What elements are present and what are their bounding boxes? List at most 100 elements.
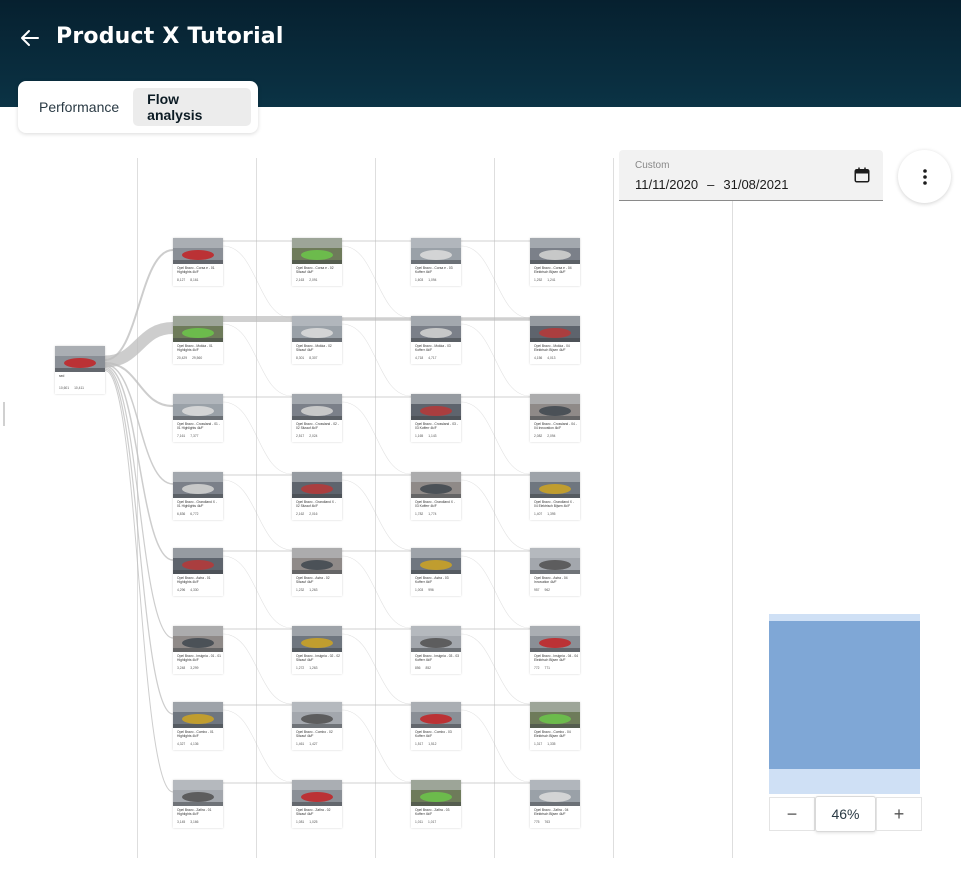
card-stats: 1,011 1,017 [415, 820, 461, 824]
flow-card[interactable]: Opel Bravo - Corsa e - 02 Sitzauf 4k/F 2,… [292, 238, 342, 286]
card-stats: 1,603 1,094 [415, 278, 461, 282]
flow-card[interactable]: Opel Bravo - Zafira - 04 Elektrisch Bijs… [530, 780, 580, 828]
flow-card[interactable]: Opel Bravo - Insignia - 03 - 03 Kofferr … [411, 626, 461, 674]
card-title: Opel Bravo - Insignia - 02 - 02 Sitzauf … [296, 654, 340, 662]
card-stats: 20,429 29,560 [177, 356, 223, 360]
flow-link [341, 323, 412, 397]
card-stats: 957 962 [534, 588, 580, 592]
flow-card[interactable]: Opel Bravo - Combo - 01 Highlights 4k/F 4… [173, 702, 223, 750]
tab-performance[interactable]: Performance [25, 88, 133, 126]
column-divider [732, 158, 733, 858]
card-title: Opel Bravo - Corsa e - 02 Sitzauf 4k/F [296, 266, 334, 274]
views-count: 20,429 [177, 356, 188, 360]
plays-count: 962 [544, 588, 551, 592]
plays-count: 1,427 [309, 742, 318, 746]
video-thumbnail [411, 780, 461, 806]
flow-card[interactable]: Opel Bravo - Mokka - 01 Highlights 4k/F 2… [173, 316, 223, 364]
flow-card[interactable]: Opel Bravo - Astra - 04 Innovation 4k/F 9… [530, 548, 580, 596]
card-stats: 4,296 4,330 [177, 588, 223, 592]
flow-card[interactable]: Opel Bravo - Crossland - 03 - 03 Kofferr… [411, 394, 461, 442]
column-divider [375, 158, 376, 858]
plays-count: 1,025 [309, 820, 318, 824]
date-range-picker[interactable]: Custom 11/11/2020 – 31/08/2021 [619, 150, 883, 201]
flow-card[interactable]: Opel Bravo - Insignia - 04 - 04 Elektris… [530, 626, 580, 674]
flow-card[interactable]: Opel Bravo - Corsa e - 01 Highlights 4k/… [173, 238, 223, 286]
flow-card[interactable]: Opel Bravo - Corsa e - 03 Kofferr 4k/F 1,… [411, 238, 461, 286]
views-count: 1,232 [296, 588, 305, 592]
flow-card[interactable]: Opel Bravo - Crossland - 02 - 02 Sitzauf… [292, 394, 342, 442]
flow-link [341, 401, 412, 475]
card-title: Opel Bravo - Crossland - 01 - 01 Highlig… [177, 422, 220, 430]
card-title: Opel Bravo - Grandland X - 04 Elektrisch… [534, 500, 574, 508]
back-button[interactable] [14, 22, 46, 54]
views-count: 8,301 [296, 356, 305, 360]
card-title: Opel Bravo - Zafira - 01 Highlights 4k/F [177, 808, 212, 816]
plays-count: 2,094 [547, 434, 556, 438]
minimap-viewport[interactable] [769, 621, 920, 769]
video-thumbnail [411, 238, 461, 264]
flow-card[interactable]: Opel Bravo - Astra - 03 Kofferr 4k/F 1,00… [411, 548, 461, 596]
card-title: Opel Bravo - Astra - 02 Sitzauf 4k/F [296, 576, 330, 584]
flow-link [460, 555, 531, 629]
pan-handle[interactable] [3, 402, 5, 426]
card-stats: 1,782 1,774 [415, 512, 461, 516]
video-thumbnail [292, 316, 342, 342]
flow-card[interactable]: Opel Bravo - Mokka - 04 Elektrisch Bijse… [530, 316, 580, 364]
flow-card[interactable]: Opel Bravo - Astra - 02 Sitzauf 4k/F 1,23… [292, 548, 342, 596]
flow-card[interactable]: Opel Bravo - Grandland X - 04 Elektrisch… [530, 472, 580, 520]
flow-card[interactable]: Opel Bravo - Grandland X - 02 Sitzauf 4k… [292, 472, 342, 520]
flow-card[interactable]: Opel Bravo - Zafira - 02 Sitzauf 4k/F 1,0… [292, 780, 342, 828]
zoom-in-button[interactable]: + [876, 797, 922, 831]
zoom-out-button[interactable]: − [769, 797, 815, 831]
flow-link [222, 479, 293, 551]
card-title: Opel Bravo - Mokka - 02 Sitzauf 4k/F [296, 344, 332, 352]
card-stats: 2,082 2,094 [534, 434, 580, 438]
flow-link [341, 633, 412, 705]
plays-count: 8,307 [309, 356, 318, 360]
flow-link [460, 245, 531, 319]
card-stats: 1,003 996 [415, 588, 461, 592]
flow-card[interactable]: Opel Bravo - Crossland - 04 - 04 Innovat… [530, 394, 580, 442]
flow-card[interactable]: Opel Bravo - Mokka - 03 Kofferr 4k/F 4,71… [411, 316, 461, 364]
flow-card[interactable]: Opel Bravo - Corsa e - 04 Elektrisch Bij… [530, 238, 580, 286]
flow-card[interactable]: Opel Bravo - Insignia - 01 - 01 Highligh… [173, 626, 223, 674]
card-title: Opel Bravo - Combo - 03 Kofferr 4k/F [415, 730, 452, 738]
flow-card[interactable]: Opel Bravo - Grandland X - 03 Kofferr 4k… [411, 472, 461, 520]
card-title: Opel Bravo - Combo - 02 Sitzauf 4k/F [296, 730, 333, 738]
flow-card[interactable]: Opel Bravo - Combo - 02 Sitzauf 4k/F 1,46… [292, 702, 342, 750]
flow-card[interactable]: Opel Bravo - Combo - 04 Elektrisch Bijse… [530, 702, 580, 750]
card-stats: 7,161 7,377 [177, 434, 223, 438]
flow-link [222, 709, 293, 783]
views-count: 6,836 [177, 512, 186, 516]
video-thumbnail [530, 702, 580, 728]
video-thumbnail [173, 626, 223, 652]
calendar-icon[interactable] [853, 166, 871, 184]
flow-link [104, 363, 174, 485]
video-thumbnail [173, 316, 223, 342]
video-thumbnail [292, 780, 342, 806]
card-stats: 772 771 [534, 666, 580, 670]
flow-card[interactable]: Opel Bravo - Zafira - 01 Highlights 4k/F… [173, 780, 223, 828]
views-count: 7,161 [177, 434, 186, 438]
flow-link [104, 366, 174, 639]
more-options-button[interactable] [898, 150, 951, 203]
plays-count: 1,263 [309, 588, 318, 592]
flow-card[interactable]: Opel Bravo - Zafira - 03 Kofferr 4k/F 1,0… [411, 780, 461, 828]
flow-card[interactable]: Opel Bravo - Crossland - 01 - 01 Highlig… [173, 394, 223, 442]
flow-card[interactable]: Opel Bravo - Grandland X - 01 Highlights… [173, 472, 223, 520]
minimap[interactable] [769, 614, 920, 794]
flow-card[interactable]: Opel Bravo - Combo - 03 Kofferr 4k/F 1,51… [411, 702, 461, 750]
flow-root-card[interactable]: sed 10,601 10,411 [55, 346, 105, 394]
flow-link [341, 555, 412, 629]
flow-card[interactable]: Opel Bravo - Astra - 01 Highlights 4k/F 4… [173, 548, 223, 596]
card-stats: 1,272 1,263 [296, 666, 342, 670]
card-title: Opel Bravo - Zafira - 02 Sitzauf 4k/F [296, 808, 331, 816]
tab-flow-analysis[interactable]: Flow analysis [133, 88, 251, 126]
plays-count: 7,377 [190, 434, 199, 438]
video-thumbnail [411, 316, 461, 342]
flow-link [104, 368, 174, 715]
video-thumbnail [530, 316, 580, 342]
flow-card[interactable]: Opel Bravo - Insignia - 02 - 02 Sitzauf … [292, 626, 342, 674]
video-thumbnail [530, 394, 580, 420]
flow-card[interactable]: Opel Bravo - Mokka - 02 Sitzauf 4k/F 8,30… [292, 316, 342, 364]
